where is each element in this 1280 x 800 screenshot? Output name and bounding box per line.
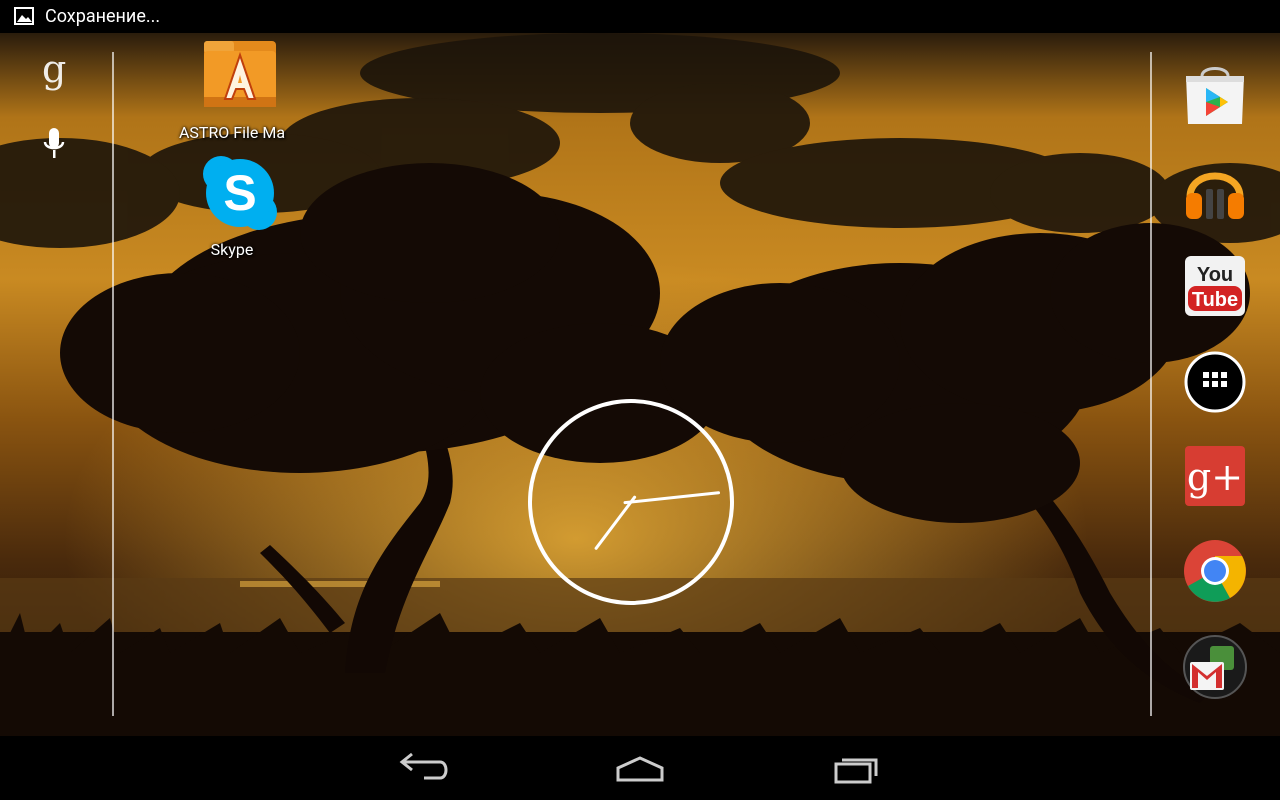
play-music-icon[interactable] (1182, 157, 1248, 223)
microphone-icon[interactable] (42, 128, 66, 162)
all-apps-icon[interactable] (1182, 349, 1248, 415)
back-icon[interactable] (394, 750, 454, 788)
play-store-icon[interactable] (1182, 62, 1248, 128)
google-search-bar[interactable]: g (0, 33, 112, 193)
astro-label: ASTRO File Ma (178, 123, 286, 142)
notification-text: Сохранение... (45, 6, 161, 27)
google-plus-icon[interactable]: g+ (1182, 443, 1248, 509)
chrome-icon[interactable] (1182, 538, 1248, 604)
home-icon[interactable] (610, 750, 670, 788)
astro-file-manager-icon (204, 41, 276, 107)
drop-target-right-line (1150, 52, 1152, 716)
skype-icon: S (203, 156, 277, 230)
navigation-bar (0, 736, 1280, 800)
clock-hour-hand (594, 495, 637, 550)
youtube-text-bottom: Tube (1192, 289, 1238, 311)
recent-apps-icon[interactable] (826, 750, 886, 788)
youtube-text-top: You (1197, 264, 1233, 286)
folder-icon[interactable] (1182, 634, 1248, 700)
svg-text:S: S (223, 165, 256, 221)
google-search-icon[interactable]: g (42, 49, 66, 89)
youtube-icon[interactable]: You Tube (1182, 253, 1248, 319)
status-bar[interactable]: Сохранение... (0, 0, 1280, 33)
image-icon (14, 7, 34, 25)
clock-minute-hand (623, 491, 721, 505)
skype-label: Skype (210, 240, 254, 259)
android-home-screen: Сохранение... g ASTRO File Ma S Skype Yo… (0, 0, 1280, 800)
analog-clock-widget[interactable] (527, 398, 735, 606)
drop-target-left-line (112, 52, 114, 716)
google-plus-text: g+ (1187, 455, 1243, 499)
